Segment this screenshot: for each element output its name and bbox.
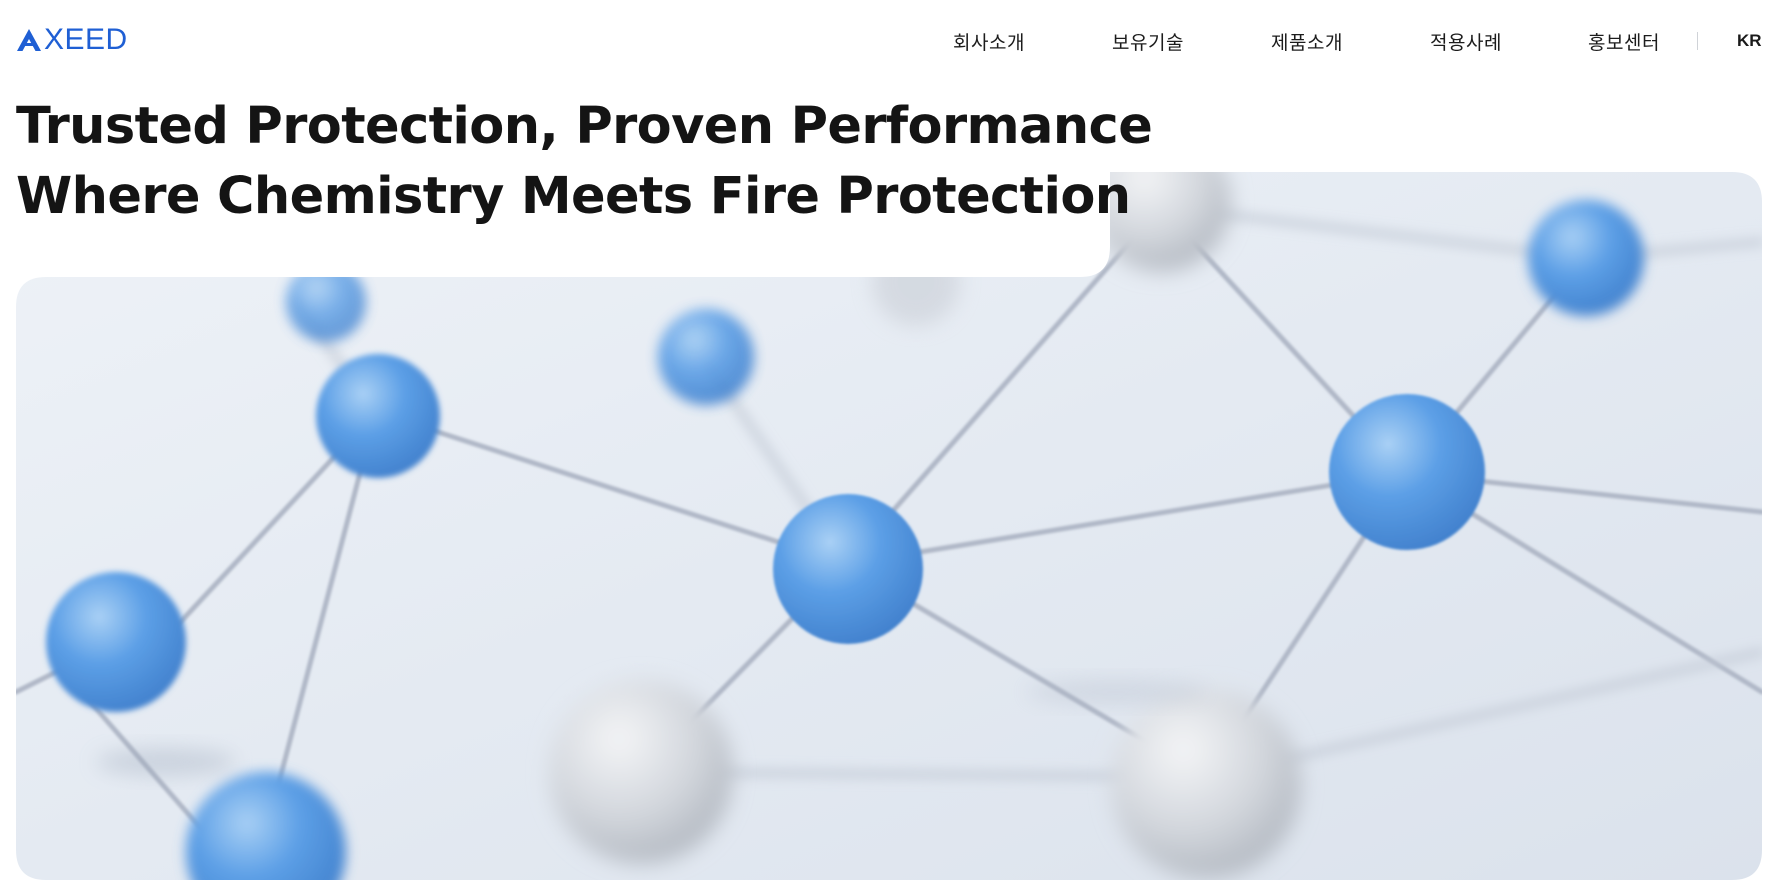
nav-item-products[interactable]: 제품소개 (1271, 28, 1343, 55)
hero-headline-line-1: Trusted Protection, Proven Performance (16, 97, 1153, 156)
site-header: XEED 회사소개 보유기술 제품소개 적용사례 홍보센터 KR (0, 0, 1776, 80)
hero-headline: Trusted Protection, Proven Performance W… (16, 92, 1153, 232)
molecular-network-illustration (16, 172, 1762, 880)
nav-item-company[interactable]: 회사소개 (953, 28, 1025, 55)
hero-headline-line-2: Where Chemistry Meets Fire Protection (16, 167, 1131, 226)
language-selector[interactable]: KR (1737, 31, 1762, 51)
nav-item-pr-center[interactable]: 홍보센터 (1588, 28, 1660, 55)
nav-divider (1697, 32, 1698, 50)
nav-item-cases[interactable]: 적용사례 (1430, 28, 1502, 55)
main-nav: 회사소개 보유기술 제품소개 적용사례 홍보센터 KR (0, 24, 1776, 56)
hero-image (16, 172, 1762, 880)
page: XEED 회사소개 보유기술 제품소개 적용사례 홍보센터 KR Trusted… (0, 0, 1776, 894)
nav-item-technology[interactable]: 보유기술 (1112, 28, 1184, 55)
